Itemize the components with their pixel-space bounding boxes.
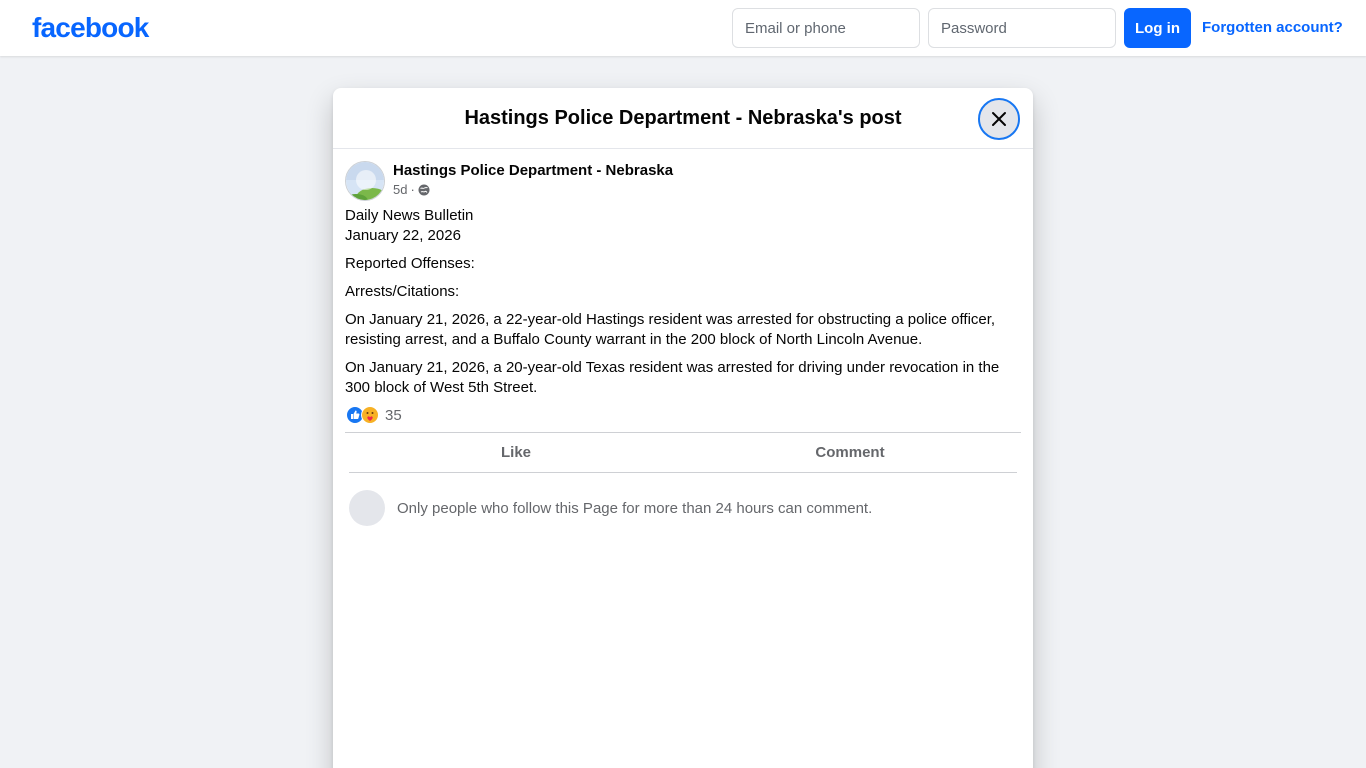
post-line-item1: On January 21, 2026, a 22-year-old Hasti…	[345, 311, 996, 348]
post-meta: 5d ·	[393, 182, 430, 198]
close-button[interactable]	[978, 98, 1020, 140]
post-author[interactable]: Hastings Police Department - Nebraska	[393, 161, 673, 181]
forgotten-account-link[interactable]: Forgotten account?	[1202, 18, 1343, 38]
comment-restriction-notice: Only people who follow this Page for mor…	[397, 499, 873, 517]
password-field[interactable]	[928, 8, 1116, 48]
care-icon	[361, 406, 379, 424]
page-avatar[interactable]	[345, 161, 385, 201]
post-line-item2: On January 21, 2026, a 20-year-old Texas…	[345, 359, 1000, 396]
post-dialog: Hastings Police Department - Nebraska's …	[333, 88, 1033, 768]
comment-button[interactable]: Comment	[683, 433, 1017, 472]
like-button[interactable]: Like	[349, 433, 683, 472]
post-header: Hastings Police Department - Nebraska 5d…	[345, 161, 1021, 201]
facebook-logo[interactable]: facebook	[32, 11, 149, 45]
dialog-header: Hastings Police Department - Nebraska's …	[333, 88, 1033, 149]
email-field[interactable]	[732, 8, 920, 48]
post-line-arrests: Arrests/Citations:	[345, 283, 460, 300]
comment-restriction-row: Only people who follow this Page for mor…	[349, 490, 1017, 526]
post-time[interactable]: 5d	[393, 182, 407, 198]
top-navigation-bar: facebook Log in Forgotten account?	[0, 0, 1366, 56]
reaction-count[interactable]: 35	[385, 407, 402, 424]
dialog-title: Hastings Police Department - Nebraska's …	[464, 107, 902, 129]
meta-separator: ·	[410, 182, 415, 197]
globe-icon	[418, 184, 430, 196]
post-line-bulletin: Daily News Bulletin	[345, 207, 474, 224]
page-avatar-image	[346, 162, 384, 200]
close-icon	[992, 112, 1006, 126]
login-button[interactable]: Log in	[1124, 8, 1191, 48]
post-line-date: January 22, 2026	[345, 227, 461, 244]
post-line-reported: Reported Offenses:	[345, 255, 475, 272]
reactions-summary[interactable]: 35	[346, 405, 402, 425]
post-body: Daily News Bulletin January 22, 2026 Rep…	[345, 206, 1025, 406]
commenter-avatar-placeholder	[349, 490, 385, 526]
post-actions: Like Comment	[349, 433, 1017, 473]
